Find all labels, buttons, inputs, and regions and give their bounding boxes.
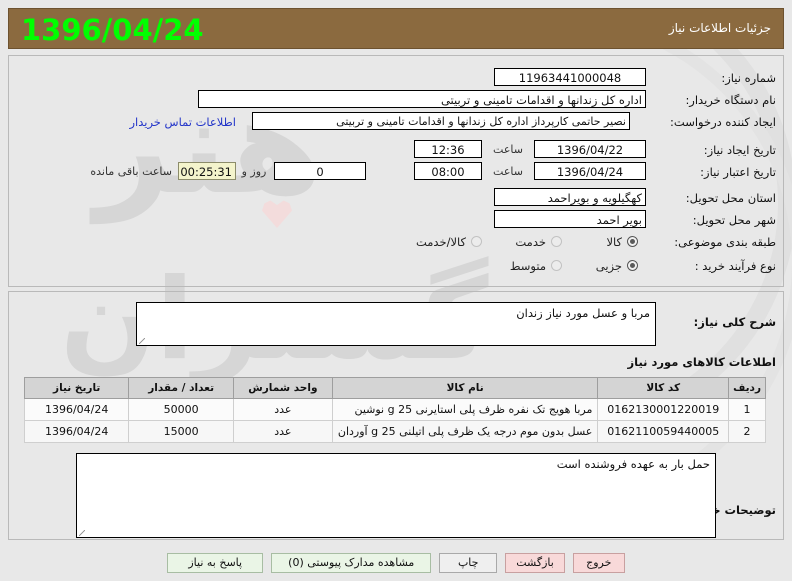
- expire-date-field[interactable]: 1396/04/24: [534, 162, 646, 180]
- need-number-label: شماره نیاز:: [721, 71, 776, 85]
- title-bar: 1396/04/24 جزئیات اطلاعات نیاز: [8, 8, 784, 49]
- table-row[interactable]: 2 0162110059440005 عسل بدون موم درجه یک …: [23, 420, 766, 443]
- goods-section-title: اطلاعات کالاهای مورد نیاز: [627, 355, 776, 369]
- radio-process-medium-label: متوسط: [509, 259, 546, 273]
- row-expire-date: تاریخ اعتبار نیاز: 1396/04/24 ساعت 08:00…: [8, 162, 784, 182]
- row-buyer-org: نام دستگاه خریدار: اداره کل زندانها و اق…: [8, 90, 784, 110]
- city-field[interactable]: بویر احمد: [494, 210, 646, 228]
- days-label: روز و: [241, 165, 267, 178]
- need-description-text: مربا و عسل مورد نیاز زندان: [516, 306, 650, 320]
- radio-off-icon: [551, 260, 562, 271]
- expire-time-field[interactable]: 08:00: [414, 162, 482, 180]
- cell-row: 2: [728, 420, 766, 443]
- th-qty: تعداد / مقدار: [128, 377, 234, 399]
- buyer-org-label: نام دستگاه خریدار:: [685, 93, 776, 107]
- countdown-timer: 00:25:31: [178, 162, 236, 180]
- goods-table: ردیف کد کالا نام کالا واحد شمارش تعداد /…: [23, 377, 766, 443]
- view-attachments-button[interactable]: مشاهده مدارک پیوستی (0): [271, 553, 432, 573]
- radio-category-service[interactable]: خدمت: [515, 232, 562, 252]
- creator-field[interactable]: نصیر حاتمی کارپرداز اداره کل زندانها و ا…: [252, 112, 630, 130]
- buyer-notes-textarea[interactable]: حمل بار به عهده فروشنده است: [76, 453, 716, 538]
- th-unit: واحد شمارش: [232, 377, 333, 399]
- radio-process-medium[interactable]: متوسط: [510, 256, 562, 276]
- cell-date: 1396/04/24: [23, 398, 130, 421]
- need-number-field[interactable]: 11963441000048: [494, 68, 646, 86]
- resize-grip-icon[interactable]: [139, 338, 145, 344]
- row-category: طبقه بندی موضوعی: کالا خدمت کالا/خدمت: [8, 232, 784, 252]
- province-field[interactable]: کهگیلویه و بویراحمد: [494, 188, 646, 206]
- th-name: نام کالا: [331, 377, 599, 399]
- create-date-label: تاریخ ایجاد نیاز:: [703, 143, 776, 157]
- radio-on-icon: [627, 260, 638, 271]
- th-code: کد کالا: [597, 377, 730, 399]
- cell-code: 0162130001220019: [597, 398, 730, 421]
- need-description-label: شرح کلی نیاز:: [693, 315, 776, 329]
- cell-date: 1396/04/24: [23, 420, 130, 443]
- buyer-org-field[interactable]: اداره کل زندانها و اقدامات تامینی و تربی…: [198, 90, 646, 108]
- create-time-label: ساعت: [493, 143, 523, 156]
- radio-category-service-label: خدمت: [515, 235, 546, 249]
- cell-unit: عدد: [232, 420, 333, 443]
- radio-category-goods-label: کالا: [606, 235, 622, 249]
- radio-off-icon: [551, 236, 562, 247]
- header-date: 1396/04/24: [21, 13, 204, 47]
- process-label: نوع فرآیند خرید :: [694, 259, 776, 273]
- days-remaining-field[interactable]: 0: [274, 162, 366, 180]
- th-row: ردیف: [728, 377, 766, 399]
- remaining-time-label: ساعت باقی مانده: [90, 165, 172, 178]
- radio-category-goods-service-label: کالا/خدمت: [415, 235, 466, 249]
- row-process: نوع فرآیند خرید : جزیی متوسط: [8, 256, 784, 276]
- table-header-row: ردیف کد کالا نام کالا واحد شمارش تعداد /…: [23, 377, 766, 399]
- row-create-date: تاریخ ایجاد نیاز: 1396/04/22 ساعت 12:36: [8, 140, 784, 160]
- create-date-field[interactable]: 1396/04/22: [534, 140, 646, 158]
- action-button-bar: پاسخ به نیاز مشاهده مدارک پیوستی (0) چاپ…: [0, 550, 792, 576]
- city-label: شهر محل تحویل:: [692, 213, 776, 227]
- buyer-notes-text: حمل بار به عهده فروشنده است: [556, 457, 710, 471]
- cell-name: عسل بدون موم درجه یک ظرف پلی اتیلنی 25 g…: [331, 420, 599, 443]
- radio-category-goods-service[interactable]: کالا/خدمت: [416, 232, 482, 252]
- province-label: استان محل تحویل:: [685, 191, 776, 205]
- print-button[interactable]: چاپ: [439, 553, 498, 573]
- table-row[interactable]: 1 0162130001220019 مربا هویج تک نفره ظرف…: [23, 398, 766, 421]
- cell-name: مربا هویج تک نفره ظرف پلی استایرنی 25 g …: [331, 398, 599, 421]
- row-city: شهر محل تحویل: بویر احمد: [8, 210, 784, 230]
- cell-unit: عدد: [232, 398, 333, 421]
- buyer-contact-link[interactable]: اطلاعات تماس خریدار: [129, 112, 236, 132]
- back-button[interactable]: بازگشت: [505, 553, 565, 573]
- respond-to-need-button[interactable]: پاسخ به نیاز: [167, 553, 264, 573]
- page-title: جزئیات اطلاعات نیاز: [668, 21, 771, 35]
- cell-code: 0162110059440005: [597, 420, 730, 443]
- row-province: استان محل تحویل: کهگیلویه و بویراحمد: [8, 188, 784, 208]
- cell-qty: 15000: [128, 420, 234, 443]
- expire-date-label: تاریخ اعتبار نیاز:: [700, 165, 776, 179]
- cell-row: 1: [728, 398, 766, 421]
- creator-label: ایجاد کننده درخواست:: [670, 115, 776, 129]
- exit-button[interactable]: خروج: [572, 553, 625, 573]
- th-date: تاریخ نیاز: [23, 377, 130, 399]
- create-time-field[interactable]: 12:36: [414, 140, 482, 158]
- resize-grip-icon[interactable]: [79, 530, 85, 536]
- category-label: طبقه بندی موضوعی:: [674, 235, 776, 249]
- radio-category-goods[interactable]: کالا: [606, 232, 638, 252]
- expire-time-label: ساعت: [493, 165, 523, 178]
- row-creator: ایجاد کننده درخواست: نصیر حاتمی کارپرداز…: [8, 112, 784, 132]
- need-description-textarea[interactable]: مربا و عسل مورد نیاز زندان: [136, 302, 656, 346]
- row-need-number: شماره نیاز: 11963441000048: [8, 68, 784, 88]
- cell-qty: 50000: [128, 398, 234, 421]
- radio-process-minor-label: جزیی: [595, 259, 622, 273]
- radio-process-minor[interactable]: جزیی: [596, 256, 638, 276]
- radio-off-icon: [471, 236, 482, 247]
- radio-on-icon: [627, 236, 638, 247]
